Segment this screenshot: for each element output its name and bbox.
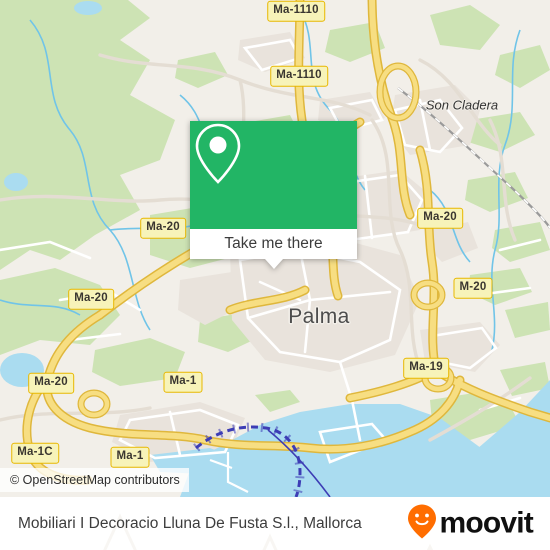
road-shield: Ma-1 <box>163 371 203 393</box>
place-label-palma: Palma <box>288 305 350 328</box>
moovit-map-page: Ma-1110 Ma-1110 Ma-20 Ma-20 Ma-20 M-20 M… <box>0 0 550 550</box>
map-canvas[interactable]: Ma-1110 Ma-1110 Ma-20 Ma-20 Ma-20 M-20 M… <box>0 0 550 497</box>
road-shield: Ma-19 <box>403 357 449 379</box>
location-popup-card[interactable]: Take me there <box>190 121 357 269</box>
road-shield: M-20 <box>453 277 493 299</box>
road-shield: Ma-1 <box>110 446 150 468</box>
road-shield: Ma-20 <box>417 207 463 229</box>
footer-bar: Mobiliari I Decoracio Lluna De Fusta S.l… <box>0 497 550 550</box>
page-title: Mobiliari I Decoracio Lluna De Fusta S.l… <box>18 514 362 532</box>
take-me-there-button[interactable]: Take me there <box>190 229 357 259</box>
road-shield: Ma-1110 <box>267 0 325 22</box>
moovit-wordmark: moovit <box>439 506 533 540</box>
place-label-son-cladera: Son Cladera <box>425 97 499 113</box>
road-shield: Ma-20 <box>28 372 74 394</box>
road-shield: Ma-1110 <box>270 65 328 87</box>
road-shield: Ma-20 <box>68 288 114 310</box>
popup-tail <box>264 259 283 269</box>
popup-marker-area <box>190 121 357 229</box>
road-shield: Ma-1C <box>11 442 59 464</box>
moovit-pin-smile-icon <box>407 503 437 544</box>
osm-attribution[interactable]: © OpenStreetMap contributors <box>0 468 189 492</box>
road-shield: Ma-20 <box>140 217 186 239</box>
moovit-brand-logo[interactable]: moovit <box>407 503 534 544</box>
